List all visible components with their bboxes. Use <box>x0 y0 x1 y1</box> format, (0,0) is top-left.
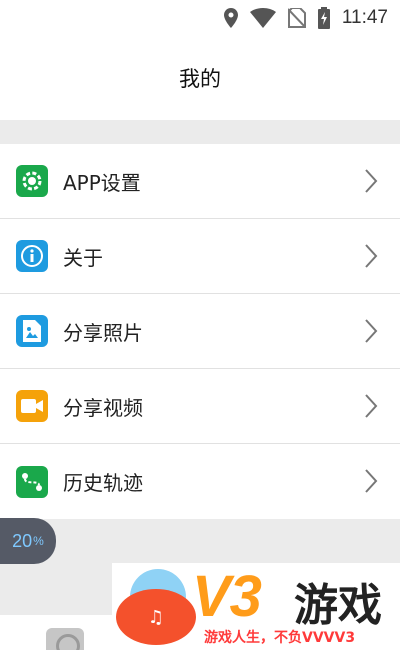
menu-list: APP设置 关于 分享照片 分享视频 历史轨迹 <box>0 144 400 519</box>
chevron-right-icon <box>364 168 378 198</box>
badge-unit: % <box>33 534 44 548</box>
menu-item-share-photo[interactable]: 分享照片 <box>0 294 400 369</box>
menu-item-label: 分享视频 <box>63 395 143 420</box>
page-title: 我的 <box>179 67 221 91</box>
battery-charging-icon <box>317 7 330 29</box>
watermark-logo: ♫ V3 游戏 游戏人生，不负VVVV3 <box>112 563 400 650</box>
menu-item-label: APP设置 <box>63 170 141 195</box>
info-icon <box>16 240 48 272</box>
route-icon <box>16 465 48 498</box>
menu-item-app-settings[interactable]: APP设置 <box>0 144 400 219</box>
chevron-right-icon <box>364 243 378 273</box>
gear-icon <box>16 165 48 197</box>
badge-value: 20 <box>12 530 33 551</box>
menu-item-label: 关于 <box>63 245 103 270</box>
wifi-icon <box>249 8 276 28</box>
title-bar: 我的 <box>0 36 400 120</box>
video-icon <box>16 390 48 422</box>
chevron-right-icon <box>364 393 378 423</box>
watermark-brand: V3 <box>192 564 262 629</box>
chevron-right-icon <box>364 318 378 348</box>
chevron-right-icon <box>364 468 378 498</box>
status-bar: 11:47 <box>0 0 400 36</box>
menu-item-label: 历史轨迹 <box>63 471 143 495</box>
status-time: 11:47 <box>341 7 388 28</box>
menu-item-about[interactable]: 关于 <box>0 219 400 294</box>
camera-icon[interactable] <box>46 628 84 650</box>
menu-item-share-video[interactable]: 分享视频 <box>0 369 400 444</box>
menu-item-label: 分享照片 <box>63 320 143 345</box>
location-pin-icon <box>223 8 238 28</box>
menu-item-history-track[interactable]: 历史轨迹 <box>0 444 400 519</box>
music-note-icon: ♫ <box>116 589 196 645</box>
floating-percent-badge[interactable]: 20% <box>0 518 56 564</box>
photo-icon <box>16 315 48 347</box>
watermark-slogan: 游戏人生，不负VVVV3 <box>204 630 356 646</box>
no-sim-icon <box>287 8 306 28</box>
watermark-name: 游戏 <box>294 580 382 631</box>
